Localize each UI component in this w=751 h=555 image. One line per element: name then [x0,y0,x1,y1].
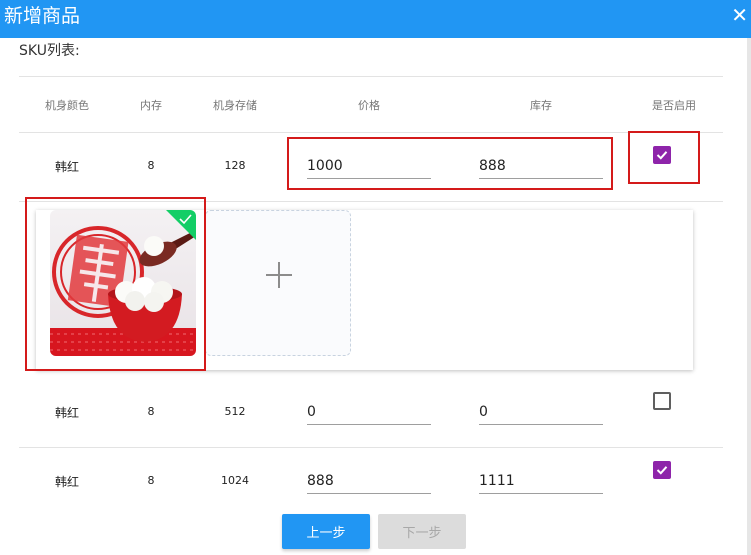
divider [19,132,723,133]
table-cell-storage: 512 [224,405,246,418]
column-header-storage: 机身存储 [213,99,257,112]
table-cell-memory: 8 [147,159,155,172]
prev-step-button[interactable]: 上一步 [282,514,370,549]
sku-list-label: SKU列表: [19,43,80,59]
dialog-header: 新增商品 ✕ [0,0,751,38]
divider [19,76,723,77]
table-cell-storage: 128 [224,159,246,172]
column-header-stock: 库存 [530,99,552,112]
annotation-box-enabled [628,131,700,184]
check-icon [656,466,668,475]
price-input[interactable] [307,469,431,494]
price-input[interactable] [307,400,431,425]
stock-input[interactable] [479,469,603,494]
next-step-button[interactable]: 下一步 [378,514,466,549]
column-header-price: 价格 [358,99,380,112]
image-upload-button[interactable] [205,210,351,356]
annotation-box-price-stock [287,137,613,190]
table-cell-memory: 8 [147,405,155,418]
plus-icon [266,262,292,288]
annotation-box-image [25,197,206,371]
dialog-title: 新增商品 [4,5,81,27]
table-cell-storage: 1024 [221,474,249,487]
table-cell-color: 韩红 [54,406,80,420]
enabled-checkbox[interactable] [653,392,671,410]
dialog-scrollbar[interactable] [747,38,751,555]
column-header-color: 机身颜色 [45,99,89,112]
table-cell-color: 韩红 [54,160,80,174]
column-header-memory: 内存 [140,99,162,112]
column-header-enabled: 是否启用 [652,99,696,112]
table-cell-memory: 8 [147,474,155,487]
close-icon[interactable]: ✕ [731,4,748,26]
divider [19,447,723,448]
table-cell-color: 韩红 [54,475,80,489]
enabled-checkbox[interactable] [653,461,671,479]
stock-input[interactable] [479,400,603,425]
